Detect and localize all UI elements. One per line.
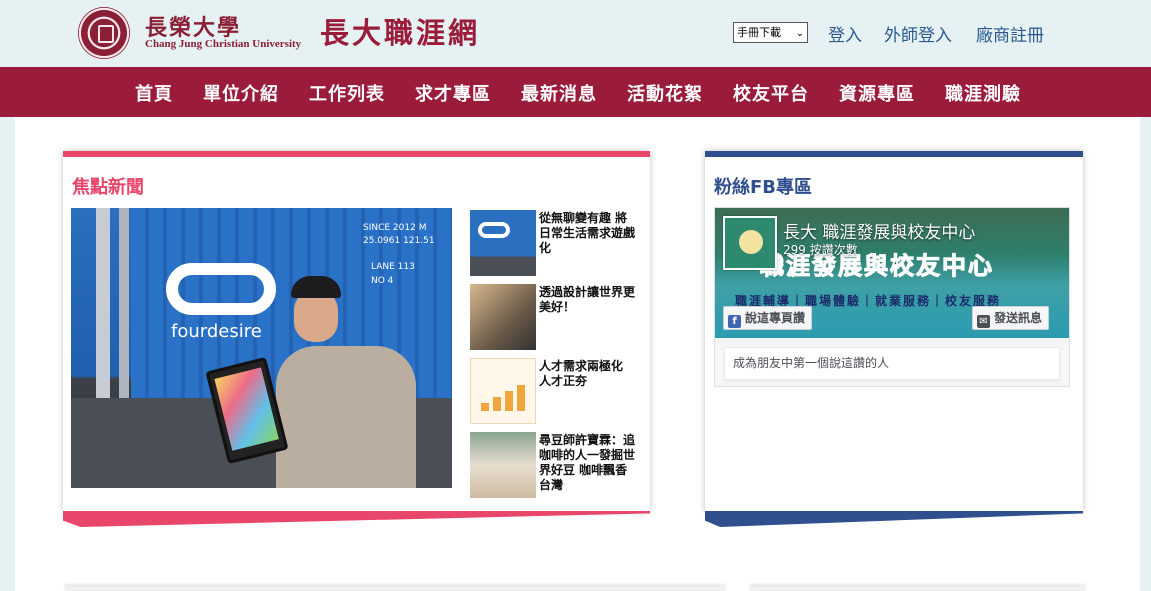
nav-item-activities[interactable]: 活動花絮 <box>627 80 703 106</box>
news-item-title[interactable]: 透過設計讓世界更美好！ <box>539 285 635 315</box>
manual-download-selected: 手冊下載 <box>737 26 781 39</box>
site-title[interactable]: 長大職涯網 <box>320 10 480 52</box>
news-panel: 焦點新聞 fourdesire SINCE 2012 M 25.0961 121… <box>63 151 650 511</box>
fb-message-button-label: 發送訊息 <box>994 311 1043 325</box>
vendor-register-link[interactable]: 廠商註冊 <box>976 21 1044 46</box>
site-header: 長榮大學 Chang Jung Christian University 長大職… <box>0 0 1151 67</box>
person-cap <box>291 276 341 298</box>
fourdesire-logo-icon <box>478 222 510 238</box>
news-thumbnail[interactable] <box>470 432 536 498</box>
fb-page-widget: 職涯發展與校友中心 職涯輔導｜職場體驗｜就業服務｜校友服務 長大 職涯發展與校友… <box>714 207 1070 387</box>
fourdesire-logo-icon <box>166 263 276 315</box>
news-panel-title: 焦點新聞 <box>72 177 144 198</box>
bar-chart-icon <box>481 383 527 411</box>
chevron-down-icon: ⌄ <box>795 28 804 39</box>
external-teacher-login-link[interactable]: 外師登入 <box>884 21 952 46</box>
news-item-title[interactable]: 人才需求兩極化 人才正夯 <box>539 359 635 389</box>
nav-item-career-test[interactable]: 職涯測驗 <box>945 80 1021 106</box>
nav-item-news[interactable]: 最新消息 <box>521 80 597 106</box>
university-seal-logo[interactable] <box>78 7 130 59</box>
news-thumbnail[interactable] <box>470 284 536 350</box>
nav-item-resources[interactable]: 資源專區 <box>839 80 915 106</box>
nav-item-jobs[interactable]: 工作列表 <box>309 80 385 106</box>
nav-item-home[interactable]: 首頁 <box>135 80 173 106</box>
message-icon: ✉ <box>977 315 990 328</box>
next-section-panel <box>750 586 1085 591</box>
featured-news-image[interactable]: fourdesire SINCE 2012 M 25.0961 121.51 L… <box>71 208 452 488</box>
login-link[interactable]: 登入 <box>828 21 862 46</box>
person-shirt <box>276 346 416 488</box>
nav-item-recruit[interactable]: 求才專區 <box>415 80 491 106</box>
manual-download-select[interactable]: 手冊下載 ⌄ <box>733 22 808 43</box>
fb-like-button-label: 說這專頁讚 <box>745 311 806 325</box>
fb-page-name[interactable]: 長大 職涯發展與校友中心 <box>783 218 975 243</box>
nav-item-alumni[interactable]: 校友平台 <box>733 80 809 106</box>
fb-friends-like-text: 成為朋友中第一個說這讚的人 <box>724 347 1060 380</box>
fb-send-message-button[interactable]: ✉ 發送訊息 <box>972 306 1050 330</box>
next-section-panel <box>65 586 725 591</box>
fb-panel: 粉絲FB專區 職涯發展與校友中心 職涯輔導｜職場體驗｜就業服務｜校友服務 長大 … <box>705 151 1083 511</box>
fb-panel-title: 粉絲FB專區 <box>714 177 813 198</box>
facebook-icon: f <box>728 315 741 328</box>
news-item-title[interactable]: 尋豆師許寶霖：追咖啡的人一發掘世界好豆 咖啡飄香台灣 <box>539 433 635 493</box>
photo-brand-text: fourdesire <box>171 321 262 342</box>
fb-page-avatar[interactable] <box>723 216 777 270</box>
fb-like-count: 299 按讚次數 <box>783 243 858 257</box>
photo-person <box>205 268 416 488</box>
news-thumbnail[interactable] <box>470 210 536 276</box>
nav-item-about[interactable]: 單位介紹 <box>203 80 279 106</box>
main-nav: 首頁 單位介紹 工作列表 求才專區 最新消息 活動花絮 校友平台 資源專區 職涯… <box>0 67 1151 117</box>
photo-stencil-top: SINCE 2012 M 25.0961 121.51 <box>363 223 435 246</box>
news-item-title[interactable]: 從無聊變有趣 將日常生活需求遊戲化 <box>539 211 635 256</box>
news-thumbnail[interactable] <box>470 358 536 424</box>
fb-like-page-button[interactable]: f 說這專頁讚 <box>723 306 813 330</box>
fb-cover-photo[interactable]: 職涯發展與校友中心 職涯輔導｜職場體驗｜就業服務｜校友服務 長大 職涯發展與校友… <box>715 208 1069 338</box>
university-name-en[interactable]: Chang Jung Christian University <box>145 38 301 50</box>
